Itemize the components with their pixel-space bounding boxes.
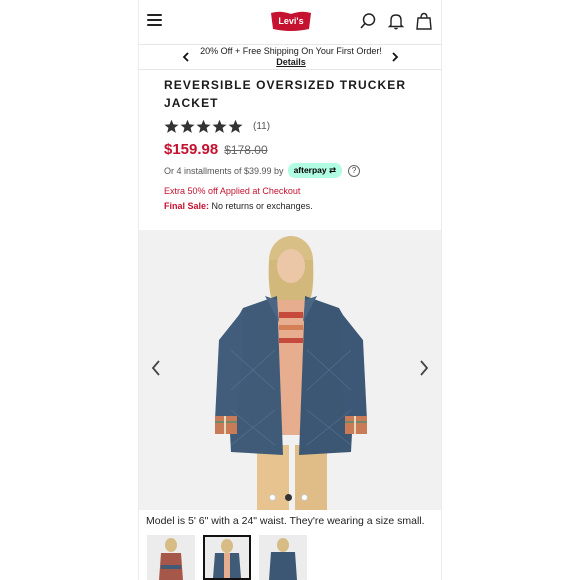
svg-text:Levi's: Levi's — [278, 16, 303, 26]
carousel-dots — [269, 494, 308, 501]
sale-price: $159.98 — [164, 141, 219, 158]
product-rating[interactable]: (11) — [164, 117, 270, 135]
star-icon — [196, 119, 211, 133]
star-icon — [164, 119, 179, 133]
review-count[interactable]: (11) — [253, 121, 270, 132]
original-price: $178.00 — [224, 143, 268, 157]
hamburger-menu-icon[interactable] — [147, 14, 162, 26]
promo-next-chevron-icon[interactable] — [391, 52, 399, 62]
image-next-arrow-icon[interactable] — [419, 360, 429, 376]
promo-banner: 20% Off + Free Shipping On Your First Or… — [139, 44, 441, 70]
right-background — [442, 0, 580, 580]
product-image[interactable] — [139, 230, 441, 510]
mobile-viewport: Levi's 20% Off + Free Shipping On Your F… — [138, 0, 442, 580]
afterpay-arrows-icon: ⇄ — [329, 165, 337, 175]
promo-prev-chevron-icon[interactable] — [182, 52, 190, 62]
bell-icon[interactable] — [387, 12, 405, 30]
installments-text: Or 4 installments of $39.99 by — [164, 165, 284, 176]
model-size-note: Model is 5' 6" with a 24" waist. They're… — [146, 515, 425, 527]
thumbnail-3[interactable] — [259, 535, 307, 580]
model-photo — [215, 236, 367, 510]
thumbnail-strip — [147, 535, 307, 580]
final-sale-label: Final Sale: — [164, 201, 210, 211]
afterpay-badge[interactable]: afterpay ⇄ — [287, 163, 343, 178]
image-prev-arrow-icon[interactable] — [151, 360, 161, 376]
final-sale-notice: Final Sale: No returns or exchanges. — [164, 201, 313, 211]
final-sale-text: No returns or exchanges. — [211, 201, 313, 211]
carousel-dot[interactable] — [269, 494, 276, 501]
left-background — [0, 0, 138, 580]
star-icon — [180, 119, 195, 133]
star-icon — [228, 119, 243, 133]
rating-stars — [164, 119, 243, 134]
carousel-dot-active[interactable] — [285, 494, 292, 501]
site-header: Levi's — [139, 0, 441, 42]
star-icon — [212, 119, 227, 133]
thumbnail-2-selected[interactable] — [203, 535, 251, 580]
installments-row: Or 4 installments of $39.99 by afterpay … — [164, 163, 361, 178]
levis-logo[interactable]: Levi's — [269, 10, 313, 32]
shopping-bag-icon[interactable] — [415, 12, 433, 30]
extra-discount-text: Extra 50% off Applied at Checkout — [164, 186, 301, 196]
thumbnail-1[interactable] — [147, 535, 195, 580]
price-block: $159.98 $178.00 — [164, 141, 268, 158]
product-title: REVERSIBLE OVERSIZED TRUCKER JACKET — [164, 78, 407, 110]
carousel-dot[interactable] — [301, 494, 308, 501]
search-icon[interactable] — [359, 12, 377, 30]
help-question-icon[interactable]: ? — [348, 164, 361, 177]
promo-details-link[interactable]: Details — [276, 57, 306, 68]
afterpay-label: afterpay — [293, 165, 327, 175]
